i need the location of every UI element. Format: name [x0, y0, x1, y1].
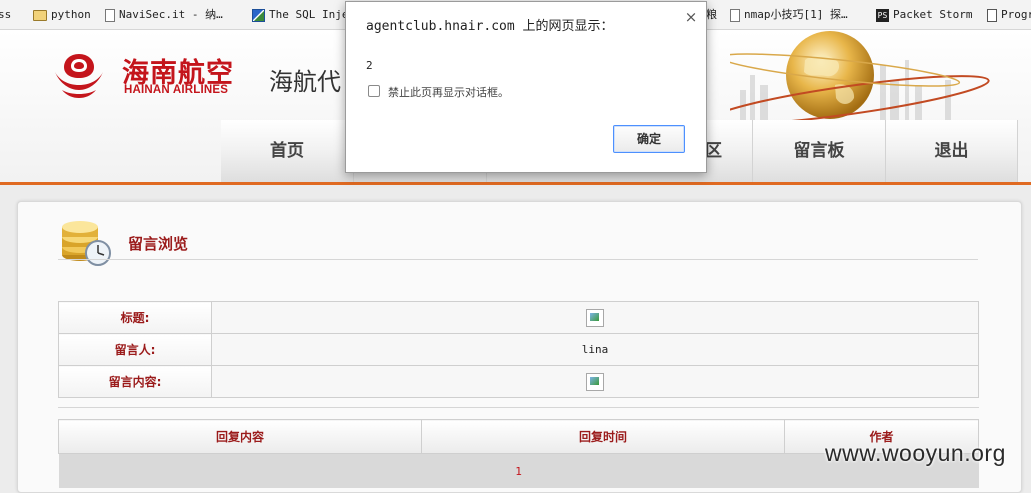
ok-button[interactable]: 确定: [613, 125, 685, 153]
message-content-value: [211, 365, 979, 398]
bookmark-packet-storm-label: Packet Storm: [893, 8, 973, 21]
logo-english-text: HAINAN AIRLINES: [124, 84, 229, 96]
bookmark-navisec[interactable]: NaviSec.it - 纳…: [105, 0, 223, 29]
section-title: 留言浏览: [128, 235, 189, 253]
bookmark-packet-storm[interactable]: PS Packet Storm: [876, 0, 973, 29]
bookmark-partial-label: 粮: [706, 8, 717, 21]
bookmark-partial[interactable]: 粮: [706, 0, 717, 29]
dialog-title: agentclub.hnair.com 上的网页显示：: [366, 19, 614, 34]
packet-storm-icon: PS: [876, 8, 889, 22]
table-row: 留言人: lina: [58, 333, 979, 366]
close-icon[interactable]: ×: [683, 9, 699, 25]
suppress-dialogs-checkbox[interactable]: [368, 85, 380, 97]
nav-home[interactable]: 首页: [221, 120, 354, 182]
bookmark-python[interactable]: python: [33, 0, 91, 29]
bookmark-nmap-label: nmap小技巧[1] 探…: [744, 8, 848, 21]
bookmark-sql-label: The SQL Inje: [269, 8, 349, 21]
table-row: 标题:: [58, 301, 979, 334]
bookmark-progr[interactable]: Progr: [987, 0, 1031, 29]
site-title: 海航代: [269, 68, 341, 96]
bookmark-progr-label: Progr: [1001, 8, 1031, 21]
message-detail-table: 标题: 留言人: lina 留言内容:: [58, 301, 979, 398]
broken-image-icon: [586, 372, 604, 391]
page-icon: [987, 8, 997, 22]
page-icon: [105, 8, 115, 22]
globe-banner-icon: [730, 31, 990, 130]
nav-logout[interactable]: 退出: [886, 120, 1018, 182]
dialog-message: 2: [366, 59, 373, 72]
bookmark-python-label: python: [51, 8, 91, 21]
section-divider: [58, 259, 978, 260]
bookmark-nmap[interactable]: nmap小技巧[1] 探…: [730, 0, 848, 29]
sql-icon: [252, 8, 265, 22]
folder-icon: [33, 9, 47, 21]
bookmark-sql-injection[interactable]: The SQL Inje: [252, 0, 349, 29]
hainan-logo-icon[interactable]: [52, 50, 107, 100]
message-author-label: 留言人:: [58, 333, 212, 366]
page-icon: [730, 8, 740, 22]
header-divider: [0, 182, 1031, 185]
suppress-dialogs-label[interactable]: 禁止此页再显示对话框。: [388, 84, 509, 100]
bookmark-ss[interactable]: ss: [0, 0, 12, 29]
broken-image-icon: [586, 308, 604, 327]
table-row: 留言内容:: [58, 365, 979, 398]
message-title-label: 标题:: [58, 301, 212, 334]
table-divider: [58, 407, 979, 408]
watermark-text: www.wooyun.org: [825, 440, 1006, 466]
alert-dialog: agentclub.hnair.com 上的网页显示： × 2 禁止此页再显示对…: [345, 1, 707, 173]
reply-content-header: 回复内容: [58, 419, 422, 454]
message-content-label: 留言内容:: [58, 365, 212, 398]
message-title-value: [211, 301, 979, 334]
bookmark-navisec-label: NaviSec.it - 纳…: [119, 8, 223, 21]
nav-guestbook[interactable]: 留言板: [753, 120, 886, 182]
bookmark-ss-label: ss: [0, 8, 12, 21]
reply-time-header: 回复时间: [421, 419, 785, 454]
message-author-value: lina: [211, 333, 979, 366]
